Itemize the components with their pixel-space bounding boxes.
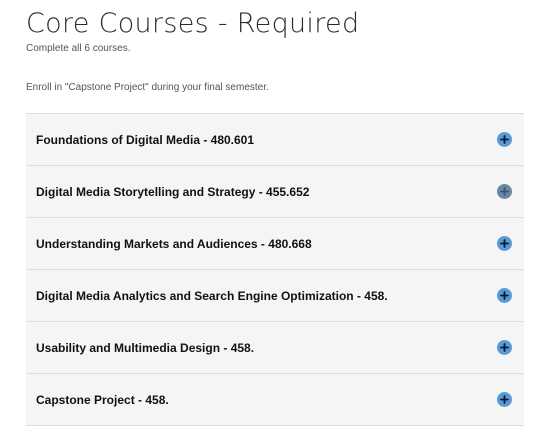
course-item-foundations[interactable]: Foundations of Digital Media - 480.601: [26, 114, 524, 166]
course-label: Digital Media Analytics and Search Engin…: [36, 288, 388, 303]
enrollment-note: Enroll in "Capstone Project" during your…: [26, 82, 269, 93]
expand-plus-icon[interactable]: [497, 340, 512, 355]
course-label: Understanding Markets and Audiences - 48…: [36, 236, 312, 251]
course-label: Digital Media Storytelling and Strategy …: [36, 184, 310, 199]
expand-plus-icon[interactable]: [497, 132, 512, 147]
requirement-text: Complete all 6 courses.: [26, 43, 131, 54]
expand-plus-icon[interactable]: [497, 184, 512, 199]
page-title: Core Courses - Required: [26, 8, 360, 39]
course-item-markets[interactable]: Understanding Markets and Audiences - 48…: [26, 218, 524, 270]
courses-accordion: Foundations of Digital Media - 480.601 D…: [26, 113, 524, 426]
course-item-analytics[interactable]: Digital Media Analytics and Search Engin…: [26, 270, 524, 322]
course-label: Foundations of Digital Media - 480.601: [36, 132, 255, 147]
course-item-usability[interactable]: Usability and Multimedia Design - 458.: [26, 322, 524, 374]
course-item-capstone[interactable]: Capstone Project - 458.: [26, 374, 524, 426]
expand-plus-icon[interactable]: [497, 392, 512, 407]
course-label: Capstone Project - 458.: [36, 392, 169, 407]
course-label: Usability and Multimedia Design - 458.: [36, 340, 255, 355]
expand-plus-icon[interactable]: [497, 236, 512, 251]
course-item-storytelling[interactable]: Digital Media Storytelling and Strategy …: [26, 166, 524, 218]
expand-plus-icon[interactable]: [497, 288, 512, 303]
